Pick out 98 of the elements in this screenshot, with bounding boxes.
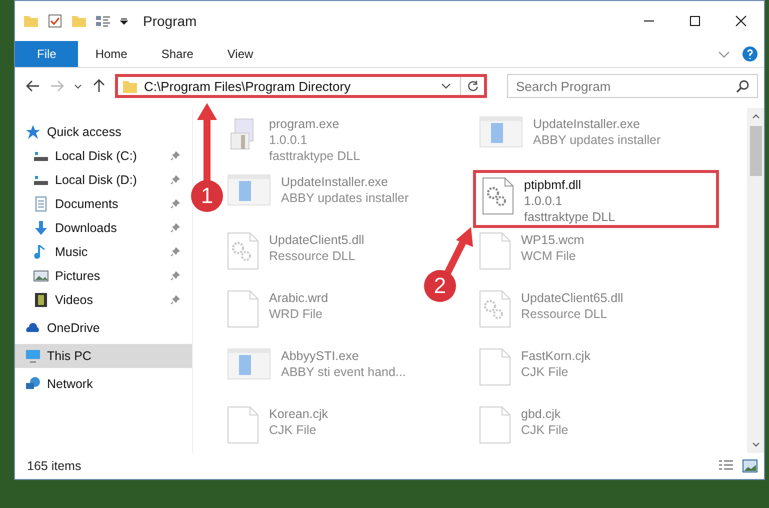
file-name: UpdateInstaller.exe [281,174,390,190]
file-item[interactable]: WP15.wcm WCM File [473,228,590,286]
file-item[interactable]: ptipbmf.dll 1.0.0.1 fasttraktype DLL [473,170,719,228]
sidebar-item[interactable]: Pictures [15,264,192,288]
file-detail: Ressource DLL [269,248,356,264]
item-count: 165 items [27,459,82,473]
application-icon [479,116,523,148]
properties-icon[interactable] [47,13,63,29]
file-item[interactable]: gbd.cjk CJK File [473,402,574,460]
file-item[interactable]: UpdateInstaller.exe ABBY updates installer [221,170,415,228]
file-name: UpdateClient5.dll [269,232,364,248]
address-path: C:\Program Files\Program Directory [144,78,352,94]
sidebar-item[interactable]: Local Disk (D:) [15,168,192,192]
file-detail: CJK File [521,364,570,380]
file-name: UpdateClient65.dll [521,290,624,306]
file-name: Korean.cjk [269,406,328,422]
file-icon [479,232,511,270]
window-title: Program [143,13,197,29]
sidebar-item[interactable]: This PC [15,344,192,368]
file-item[interactable]: UpdateInstaller.exe ABBY updates installer [473,112,667,170]
file-detail: fasttraktype DLL [524,209,616,225]
downloads-icon [33,220,49,236]
pin-icon[interactable] [170,271,180,281]
file-item[interactable]: program.exe 1.0.0.1 fasttraktype DLL [221,112,366,170]
sidebar-item[interactable]: Quick access [15,120,192,144]
help-icon[interactable] [742,46,758,62]
pc-icon [25,348,41,364]
ribbon-tab[interactable]: Home [78,41,144,67]
up-arrow-icon[interactable] [91,78,107,94]
documents-icon [33,196,49,212]
view-list-icon[interactable] [95,13,111,29]
address-bar[interactable]: C:\Program Files\Program Directory [115,74,487,98]
application-icon [227,174,271,206]
back-arrow-icon[interactable] [25,78,41,94]
file-name: FastKorn.cjk [521,348,590,364]
ribbon-tab[interactable]: Share [144,41,210,67]
sidebar-item[interactable]: Music [15,240,192,264]
vertical-scrollbar[interactable] [747,108,764,453]
file-item[interactable]: Korean.cjk CJK File [221,402,334,460]
file-detail: WCM File [521,248,577,264]
pin-icon[interactable] [170,199,180,209]
file-detail: fasttraktype DLL [269,148,360,164]
network-icon [25,376,41,392]
close-icon[interactable] [735,15,747,27]
pictures-icon [33,268,49,284]
file-detail: ABBY updates installer [533,132,661,148]
file-detail: ABBY sti event hand... [281,364,406,380]
file-name: Arabic.wrd [269,290,328,306]
file-icon [479,348,511,386]
file-detail: 1.0.0.1 [524,193,564,209]
file-detail: Ressource DLL [521,306,608,322]
file-name: gbd.cjk [521,406,562,422]
file-name: AbbyySTI.exe [281,348,360,364]
file-detail: ABBY updates installer [281,190,409,206]
file-icon [227,290,259,328]
file-item[interactable]: Arabic.wrd WRD File [221,286,334,344]
star-icon [25,124,41,140]
pin-icon[interactable] [170,151,180,161]
pin-icon[interactable] [170,175,180,185]
pin-icon[interactable] [170,247,180,257]
videos-icon [33,292,49,308]
file-detail: 1.0.0.1 [269,132,308,148]
scrollbar-thumb[interactable] [750,126,762,176]
ribbon-tab[interactable]: View [210,41,270,67]
sidebar-item[interactable]: OneDrive [15,316,192,340]
sidebar-item[interactable]: Videos [15,288,192,312]
sidebar-item[interactable]: Network [15,372,192,396]
gear-file-icon [227,232,259,270]
file-detail: CJK File [269,422,318,438]
search-box[interactable]: Search Program [507,74,758,98]
gear-file-icon [482,177,514,215]
file-icon [227,406,259,444]
file-item[interactable]: AbbyySTI.exe ABBY sti event hand... [221,344,412,402]
file-name: ptipbmf.dll [524,177,582,193]
maximize-icon[interactable] [689,15,701,27]
sidebar-item[interactable]: Local Disk (C:) [15,144,192,168]
file-item[interactable]: FastKorn.cjk CJK File [473,344,596,402]
sidebar-item[interactable]: Documents [15,192,192,216]
file-name: program.exe [269,116,340,132]
pin-icon[interactable] [170,295,180,305]
ribbon-tab[interactable]: File [15,41,78,67]
search-icon[interactable] [735,78,751,94]
refresh-icon[interactable] [466,79,480,93]
file-item[interactable]: UpdateClient5.dll Ressource DLL [221,228,370,286]
file-detail: WRD File [269,306,324,322]
application-icon [227,348,271,380]
file-name: UpdateInstaller.exe [533,116,642,132]
customize-dropdown-icon[interactable] [119,16,129,26]
large-icons-view-icon[interactable] [742,458,758,474]
file-detail: CJK File [521,422,568,438]
folder-icon [122,78,138,94]
pin-icon[interactable] [170,223,180,233]
sidebar-item[interactable]: Downloads [15,216,192,240]
callout-arrow [444,227,473,276]
file-icon [479,406,511,444]
file-name: WP15.wcm [521,232,584,248]
gear-file-icon [479,290,511,328]
file-item[interactable]: UpdateClient65.dll Ressource DLL [473,286,630,344]
